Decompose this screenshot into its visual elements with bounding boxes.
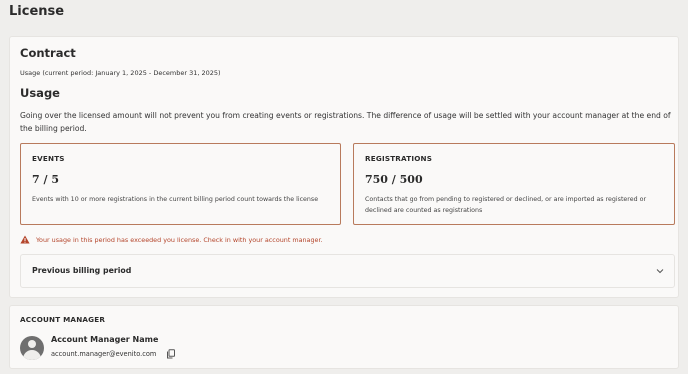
contract-card: Contract Usage (current period: January …	[9, 36, 679, 298]
usage-warning: Your usage in this period has exceeded y…	[20, 235, 323, 244]
registrations-stat-box: REGISTRATIONS 750 / 500 Contacts that go…	[353, 143, 675, 225]
registrations-note: Contacts that go from pending to registe…	[365, 196, 647, 214]
chevron-down-icon[interactable]	[656, 267, 664, 275]
previous-billing-period-accordion[interactable]: Previous billing period	[20, 254, 675, 288]
copy-icon[interactable]	[166, 349, 176, 359]
registrations-label: REGISTRATIONS	[365, 154, 433, 163]
events-stat-box: EVENTS 7 / 5 Events with 10 or more regi…	[20, 143, 341, 225]
page-title: License	[9, 4, 65, 19]
warning-text: Your usage in this period has exceeded y…	[36, 235, 323, 244]
registrations-value: 750 / 500	[365, 173, 423, 186]
events-label: EVENTS	[32, 154, 65, 163]
events-value: 7 / 5	[32, 173, 59, 186]
warning-triangle-icon	[20, 235, 30, 244]
usage-period-text: Usage (current period: January 1, 2025 -…	[20, 69, 221, 77]
account-manager-card: ACCOUNT MANAGER Account Manager Name acc…	[9, 305, 679, 369]
account-manager-name: Account Manager Name	[51, 335, 159, 344]
account-manager-heading: ACCOUNT MANAGER	[20, 315, 106, 324]
account-manager-email: account.manager@evenito.com	[51, 350, 157, 358]
previous-billing-period-label: Previous billing period	[32, 266, 132, 275]
events-note: Events with 10 or more registrations in …	[32, 196, 319, 203]
usage-heading: Usage	[20, 86, 60, 100]
usage-description: Going over the licensed amount will not …	[20, 111, 671, 133]
person-avatar-icon	[20, 336, 44, 360]
contract-title: Contract	[20, 46, 76, 60]
